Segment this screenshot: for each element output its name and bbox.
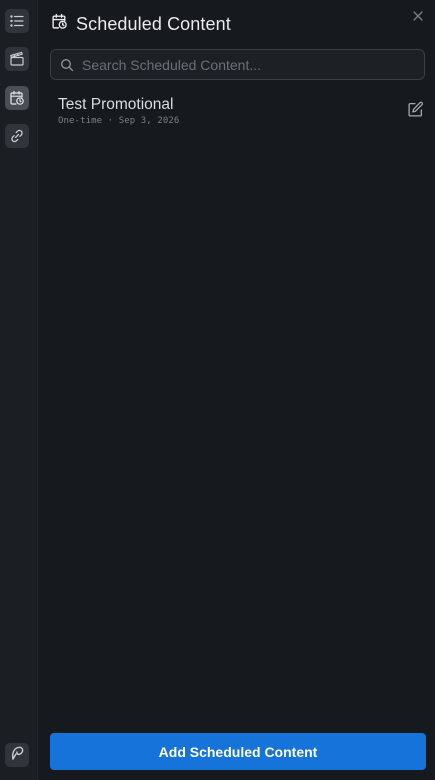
rail-item-media[interactable] [5, 47, 29, 71]
rail-item-list[interactable] [5, 9, 29, 33]
sidebar-rail [0, 0, 38, 780]
item-title: Test Promotional [58, 96, 174, 113]
search-icon [60, 58, 74, 72]
close-icon [413, 8, 423, 26]
search-box [50, 49, 425, 80]
panel-header: Scheduled Content [51, 13, 231, 35]
app-window: Scheduled Content Test Promotional One-t [0, 0, 435, 780]
list-icon [9, 13, 25, 29]
scheduled-content-panel: Scheduled Content Test Promotional One-t [38, 0, 435, 780]
app-logo-icon [8, 744, 26, 767]
link-icon [9, 128, 25, 144]
calendar-clock-icon [9, 90, 25, 106]
calendar-clock-icon [51, 13, 68, 35]
clapperboard-icon [9, 51, 25, 67]
rail-item-links[interactable] [5, 124, 29, 148]
edit-icon [407, 101, 424, 123]
list-item[interactable]: Test Promotional One-time · Sep 3, 2026 [50, 92, 425, 132]
app-logo[interactable] [5, 743, 29, 767]
add-scheduled-content-button[interactable]: Add Scheduled Content [50, 733, 426, 770]
close-button[interactable] [411, 10, 425, 24]
rail-item-scheduled[interactable] [5, 86, 29, 110]
page-title: Scheduled Content [76, 13, 231, 34]
search-input[interactable] [82, 56, 402, 73]
item-meta: One-time · Sep 3, 2026 [58, 116, 180, 126]
edit-button[interactable] [405, 101, 425, 123]
